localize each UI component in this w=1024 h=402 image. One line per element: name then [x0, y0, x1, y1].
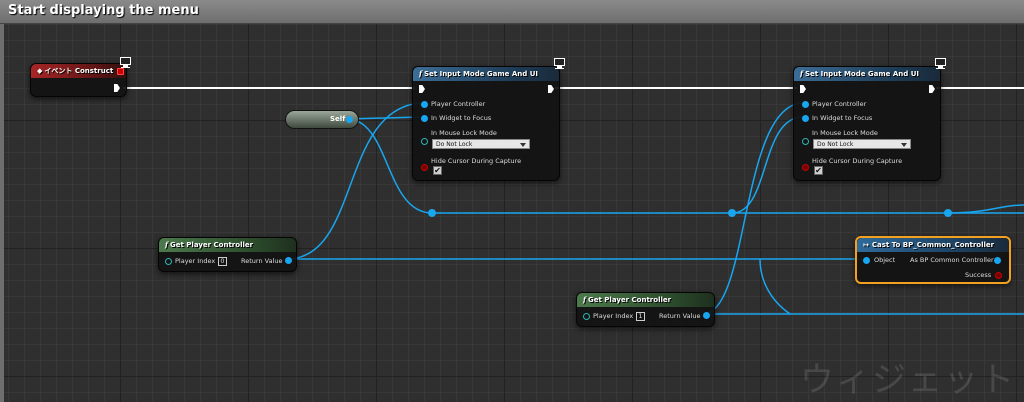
success-label: Success: [965, 271, 992, 279]
in-widget-label: In Widget to Focus: [812, 114, 873, 122]
monitor-icon: [553, 58, 566, 70]
mouse-lock-pin[interactable]: [802, 138, 809, 145]
hide-cursor-label: Hide Cursor During Capture: [431, 157, 522, 165]
mouse-lock-dropdown[interactable]: Do Not Lock: [432, 139, 530, 149]
in-widget-pin[interactable]: [802, 115, 809, 122]
return-value-pin[interactable]: [285, 257, 292, 264]
in-widget-label: In Widget to Focus: [431, 114, 492, 122]
data-wire: [947, 204, 1024, 214]
wires-layer: [123, 87, 1024, 315]
event-icon: ◆: [37, 67, 43, 75]
exec-out-pin[interactable]: [929, 85, 935, 93]
player-index-value: 0: [220, 257, 225, 265]
data-wire: [702, 102, 804, 315]
hide-cursor-pin[interactable]: [802, 164, 809, 171]
node-title: Get Player Controller: [170, 241, 254, 249]
reroute-node[interactable]: [428, 209, 436, 217]
monitor-icon: [934, 58, 947, 70]
object-label: Object: [874, 256, 896, 264]
node-header[interactable]: f Get Player Controller: [577, 293, 714, 307]
exec-out-pin[interactable]: [114, 84, 120, 92]
graph-type-watermark: ウィジェット: [800, 360, 1016, 400]
get-player-controller-node[interactable]: f Get Player Controller Player Index 1 Re…: [576, 292, 715, 327]
mouse-lock-dropdown[interactable]: Do Not Lock: [813, 139, 911, 149]
player-index-input[interactable]: 0: [218, 257, 227, 266]
function-icon: f: [419, 69, 423, 78]
function-icon: f: [165, 240, 169, 249]
self-reference-node[interactable]: Self: [285, 110, 359, 129]
exec-in-pin[interactable]: [800, 85, 806, 93]
in-widget-pin[interactable]: [421, 115, 428, 122]
node-header[interactable]: f Set Input Mode Game And UI: [413, 67, 559, 81]
exec-out-pin[interactable]: [548, 85, 554, 93]
player-index-value: 1: [638, 312, 643, 320]
success-pin[interactable]: [995, 272, 1002, 279]
hide-cursor-checkbox[interactable]: ✔: [814, 166, 823, 175]
chevron-down-icon: [520, 143, 526, 147]
player-index-label: Player Index: [175, 257, 216, 265]
self-label: Self: [330, 115, 346, 123]
data-wire: [759, 258, 791, 315]
event-node-title: イベント Construct: [44, 67, 114, 75]
node-title: Get Player Controller: [588, 296, 672, 304]
player-index-pin[interactable]: [165, 258, 172, 265]
reroute-node[interactable]: [728, 209, 736, 217]
mouse-lock-value: Do Not Lock: [436, 141, 473, 148]
reroute-node[interactable]: [944, 209, 952, 217]
delegate-pin[interactable]: [117, 68, 124, 75]
hide-cursor-label: Hide Cursor During Capture: [812, 157, 903, 165]
node-header[interactable]: f Get Player Controller: [159, 238, 296, 252]
checkmark-icon: ✔: [815, 166, 822, 175]
self-output-pin[interactable]: [346, 116, 353, 123]
function-icon: f: [583, 295, 587, 304]
node-header[interactable]: ↦ Cast To BP_Common_Controller: [857, 238, 1009, 252]
set-input-mode-node[interactable]: f Set Input Mode Game And UI Player Contr…: [793, 66, 941, 181]
return-value-pin[interactable]: [703, 312, 710, 319]
chevron-down-icon: [901, 143, 907, 147]
event-node-header[interactable]: ◆ イベント Construct: [31, 64, 126, 78]
node-title: Set Input Mode Game And UI: [805, 70, 920, 78]
hide-cursor-pin[interactable]: [421, 164, 428, 171]
node-title: Cast To BP_Common_Controller: [871, 241, 995, 249]
blueprint-graph-canvas[interactable]: Start displaying the menu ◆ イベント Construc…: [0, 0, 1024, 402]
node-header[interactable]: f Set Input Mode Game And UI: [794, 67, 940, 81]
event-construct-node[interactable]: ◆ イベント Construct: [30, 63, 127, 97]
player-controller-pin[interactable]: [421, 101, 428, 108]
exec-in-pin[interactable]: [419, 85, 425, 93]
mouse-lock-label: In Mouse Lock Mode: [431, 129, 497, 137]
as-controller-pin[interactable]: [994, 257, 1001, 264]
hide-cursor-checkbox[interactable]: ✔: [433, 166, 442, 175]
get-player-controller-node[interactable]: f Get Player Controller Player Index 0 Re…: [158, 237, 297, 272]
checkmark-icon: ✔: [434, 166, 441, 175]
mouse-lock-label: In Mouse Lock Mode: [812, 129, 878, 137]
return-value-label: Return Value: [241, 257, 283, 265]
return-value-label: Return Value: [659, 312, 701, 320]
player-controller-label: Player Controller: [431, 100, 486, 108]
node-title: Set Input Mode Game And UI: [424, 70, 539, 78]
player-index-input[interactable]: 1: [636, 312, 645, 321]
mouse-lock-value: Do Not Lock: [817, 141, 854, 148]
player-index-label: Player Index: [593, 312, 634, 320]
cast-to-node[interactable]: ↦ Cast To BP_Common_Controller Object As …: [855, 236, 1011, 284]
set-input-mode-node[interactable]: f Set Input Mode Game And UI Player Contr…: [412, 66, 560, 181]
mouse-lock-pin[interactable]: [421, 138, 428, 145]
cast-icon: ↦: [863, 241, 869, 249]
player-controller-pin[interactable]: [802, 101, 809, 108]
object-pin[interactable]: [863, 257, 870, 264]
function-icon: f: [800, 69, 804, 78]
player-index-pin[interactable]: [583, 313, 590, 320]
as-controller-label: As BP Common Controller: [910, 256, 994, 264]
monitor-icon: [119, 57, 132, 69]
player-controller-label: Player Controller: [812, 100, 867, 108]
